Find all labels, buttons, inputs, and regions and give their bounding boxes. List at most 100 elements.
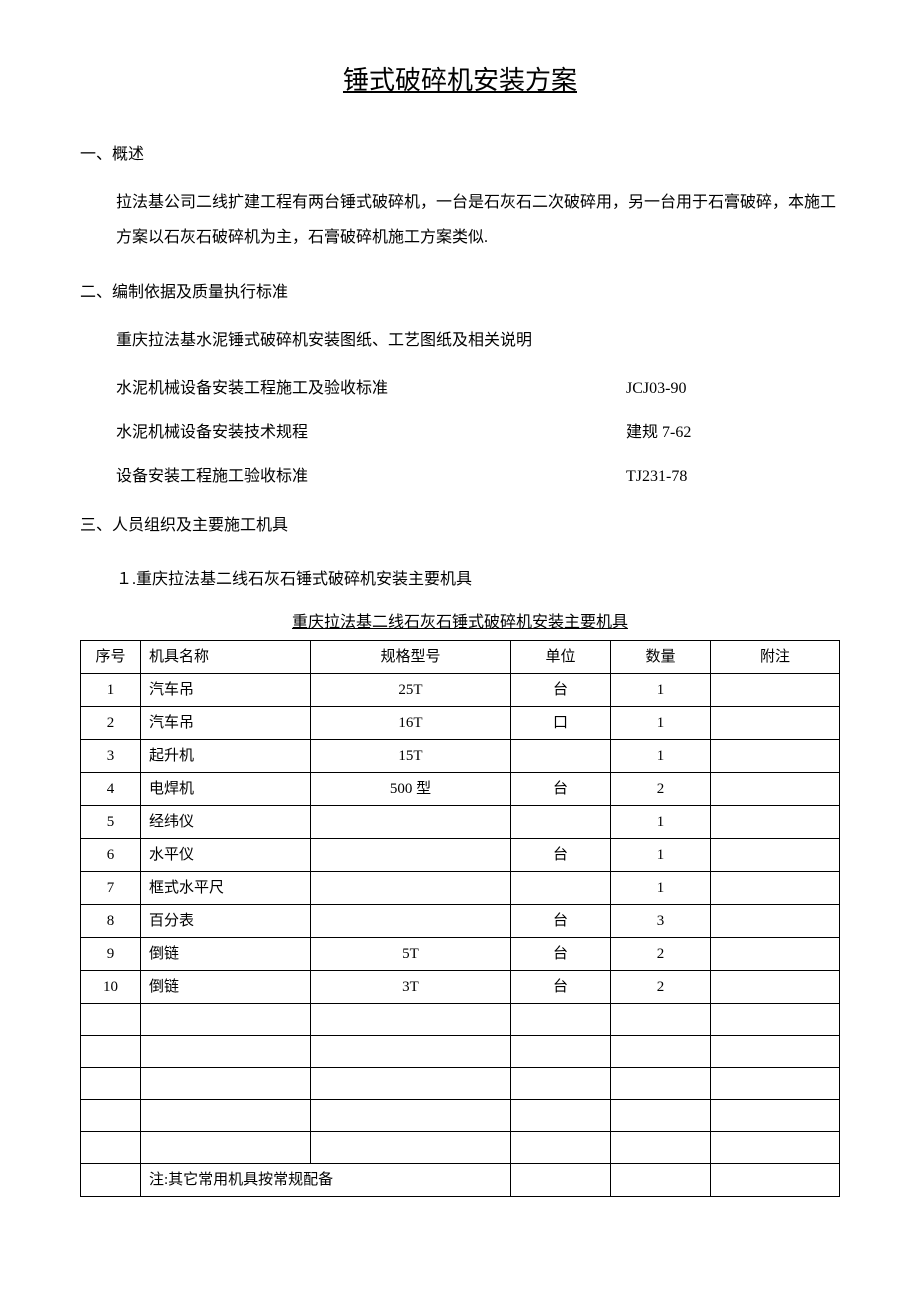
cell-note (711, 706, 840, 739)
table-row: 1汽车吊25T台1 (81, 673, 840, 706)
note-cell-note (711, 1163, 840, 1196)
cell-note (711, 871, 840, 904)
table-row: 10倒链3T台2 (81, 970, 840, 1003)
cell-qty: 1 (611, 706, 711, 739)
cell-spec: 16T (311, 706, 511, 739)
standard-2-code: 建规 7-62 (626, 420, 691, 446)
cell-spec (311, 871, 511, 904)
cell-seq (81, 1003, 141, 1035)
cell-note (711, 937, 840, 970)
table-header-row: 序号 机具名称 规格型号 单位 数量 附注 (81, 640, 840, 673)
cell-unit (511, 739, 611, 772)
note-cell-qty (611, 1163, 711, 1196)
section-3-heading: 三、人员组织及主要施工机具 (80, 513, 840, 539)
cell-seq (81, 1131, 141, 1163)
cell-name (141, 1035, 311, 1067)
header-unit: 单位 (511, 640, 611, 673)
cell-note (711, 1003, 840, 1035)
cell-note (711, 772, 840, 805)
cell-name: 水平仪 (141, 838, 311, 871)
table-row (81, 1067, 840, 1099)
cell-qty: 2 (611, 970, 711, 1003)
cell-note (711, 1067, 840, 1099)
header-note: 附注 (711, 640, 840, 673)
note-cell-seq (81, 1163, 141, 1196)
cell-name: 框式水平尺 (141, 871, 311, 904)
cell-unit: 台 (511, 772, 611, 805)
table-row (81, 1099, 840, 1131)
document-title: 锤式破碎机安装方案 (80, 60, 840, 102)
cell-note (711, 838, 840, 871)
cell-name: 汽车吊 (141, 673, 311, 706)
cell-unit (511, 805, 611, 838)
cell-spec (311, 904, 511, 937)
cell-unit (511, 1099, 611, 1131)
cell-seq: 9 (81, 937, 141, 970)
cell-name: 汽车吊 (141, 706, 311, 739)
cell-qty: 1 (611, 739, 711, 772)
table-row: 6水平仪台1 (81, 838, 840, 871)
standard-1-code: JCJ03-90 (626, 376, 686, 402)
cell-spec: 15T (311, 739, 511, 772)
cell-spec (311, 1003, 511, 1035)
cell-spec (311, 1035, 511, 1067)
cell-qty (611, 1131, 711, 1163)
table-note-cell: 注:其它常用机具按常规配备 (141, 1163, 511, 1196)
table-row: 7框式水平尺1 (81, 871, 840, 904)
cell-unit: 台 (511, 937, 611, 970)
cell-name: 起升机 (141, 739, 311, 772)
cell-qty: 2 (611, 772, 711, 805)
cell-name: 倒链 (141, 970, 311, 1003)
cell-name (141, 1099, 311, 1131)
cell-qty: 1 (611, 838, 711, 871)
table-row: 4电焊机500 型台2 (81, 772, 840, 805)
cell-seq: 3 (81, 739, 141, 772)
cell-unit: 台 (511, 673, 611, 706)
cell-seq: 8 (81, 904, 141, 937)
cell-name (141, 1131, 311, 1163)
cell-seq: 2 (81, 706, 141, 739)
cell-seq: 5 (81, 805, 141, 838)
table-row: 5经纬仪1 (81, 805, 840, 838)
cell-note (711, 805, 840, 838)
cell-seq (81, 1035, 141, 1067)
cell-seq: 1 (81, 673, 141, 706)
cell-spec (311, 838, 511, 871)
cell-seq: 10 (81, 970, 141, 1003)
standard-1-name: 水泥机械设备安装工程施工及验收标准 (116, 376, 626, 402)
cell-note (711, 1131, 840, 1163)
table-caption: 重庆拉法基二线石灰石锤式破碎机安装主要机具 (80, 610, 840, 636)
cell-spec: 500 型 (311, 772, 511, 805)
table-row: 3起升机15T 1 (81, 739, 840, 772)
cell-note (711, 739, 840, 772)
cell-unit (511, 1003, 611, 1035)
cell-unit (511, 1067, 611, 1099)
cell-name (141, 1067, 311, 1099)
table-row (81, 1035, 840, 1067)
cell-name: 倒链 (141, 937, 311, 970)
cell-qty (611, 1067, 711, 1099)
section-3-sub-1: １.重庆拉法基二线石灰石锤式破碎机安装主要机具 (116, 567, 840, 593)
cell-spec (311, 1131, 511, 1163)
cell-qty (611, 1035, 711, 1067)
cell-name: 电焊机 (141, 772, 311, 805)
cell-spec (311, 805, 511, 838)
header-name: 机具名称 (141, 640, 311, 673)
cell-unit (511, 871, 611, 904)
cell-name: 百分表 (141, 904, 311, 937)
cell-qty: 1 (611, 673, 711, 706)
cell-name: 经纬仪 (141, 805, 311, 838)
cell-note (711, 673, 840, 706)
cell-seq: 6 (81, 838, 141, 871)
cell-unit: 台 (511, 904, 611, 937)
standard-row-2: 水泥机械设备安装技术规程 建规 7-62 (116, 420, 840, 446)
cell-note (711, 904, 840, 937)
cell-unit: 台 (511, 970, 611, 1003)
section-2-line-1: 重庆拉法基水泥锤式破碎机安装图纸、工艺图纸及相关说明 (116, 323, 840, 358)
standard-3-code: TJ231-78 (626, 464, 687, 490)
cell-seq: 7 (81, 871, 141, 904)
table-row (81, 1131, 840, 1163)
cell-qty (611, 1099, 711, 1131)
table-row (81, 1003, 840, 1035)
table-row: 9倒链5T台2 (81, 937, 840, 970)
